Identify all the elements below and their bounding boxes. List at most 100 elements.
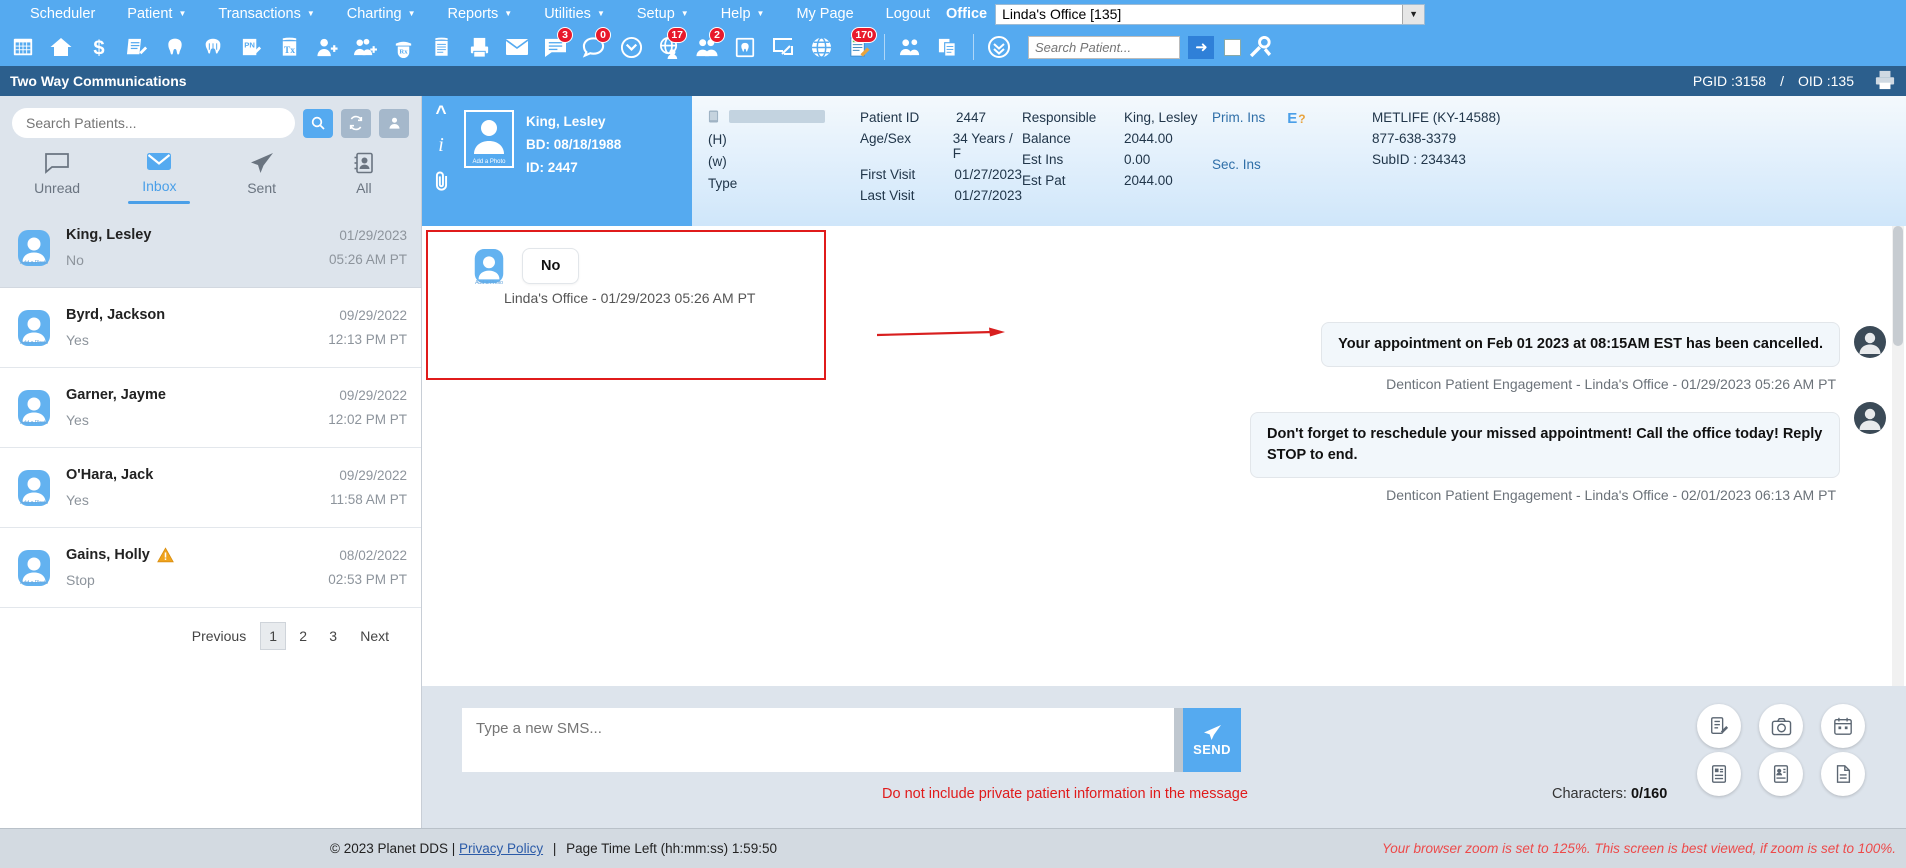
eligibility-icon[interactable]: E ? bbox=[1287, 110, 1305, 127]
pagination-previous[interactable]: Previous bbox=[180, 628, 258, 644]
chat-bubble-icon[interactable]: 0 bbox=[574, 27, 612, 66]
sec-ins-row[interactable]: Sec. Ins bbox=[1212, 157, 1372, 172]
tab-label: Inbox bbox=[142, 178, 177, 194]
menu-item-charting[interactable]: Charting ▼ bbox=[331, 0, 432, 28]
notes-edit-icon[interactable] bbox=[118, 28, 156, 66]
menu-item-scheduler[interactable]: Scheduler bbox=[14, 0, 111, 28]
form-edit-icon[interactable]: 170 bbox=[840, 27, 878, 66]
white-box-toggle[interactable] bbox=[1224, 38, 1242, 56]
printer-icon[interactable] bbox=[1874, 70, 1896, 93]
chevron-down-icon[interactable]: ▼ bbox=[1402, 4, 1425, 24]
conversation-list: Add a Photo King, Lesley No 01/29/2023 0… bbox=[0, 208, 421, 828]
sms-input[interactable] bbox=[462, 708, 1174, 772]
file-button[interactable] bbox=[1821, 752, 1865, 796]
perio-chart-icon[interactable] bbox=[194, 28, 232, 66]
menu-item-utilities[interactable]: Utilities ▼ bbox=[528, 0, 621, 28]
conversation-row-king[interactable]: Add a Photo King, Lesley No 01/29/2023 0… bbox=[0, 208, 421, 288]
tooth-icon[interactable] bbox=[156, 28, 194, 66]
scrollbar-thumb[interactable] bbox=[1893, 226, 1903, 346]
menu-label: Scheduler bbox=[30, 6, 96, 22]
ledger-icon[interactable] bbox=[422, 28, 460, 66]
avatar-caption: Add a Photo bbox=[19, 339, 49, 346]
copyright-text: © 2023 Planet DDS | bbox=[330, 841, 456, 856]
pagination-page-3[interactable]: 3 bbox=[320, 622, 347, 650]
printer-icon[interactable] bbox=[460, 28, 498, 66]
screen-export-icon[interactable] bbox=[764, 28, 802, 66]
info-icon[interactable]: i bbox=[438, 135, 444, 155]
home-icon[interactable] bbox=[42, 28, 80, 66]
progress-note-icon[interactable]: PN bbox=[232, 28, 270, 66]
conversation-name-text: Gains, Holly bbox=[66, 547, 150, 563]
patient-search-input[interactable] bbox=[1028, 35, 1180, 59]
group-users-icon[interactable] bbox=[891, 28, 929, 66]
conversation-timestamp: 01/29/2023 05:26 AM PT bbox=[329, 228, 407, 267]
tooth-box-icon[interactable] bbox=[726, 28, 764, 66]
search-button[interactable] bbox=[303, 108, 333, 138]
go-button[interactable]: ➜ bbox=[1188, 35, 1215, 59]
patient-photo[interactable]: Add a Photo bbox=[464, 110, 514, 168]
menu-item-reports[interactable]: Reports ▼ bbox=[432, 0, 529, 28]
pagination-next[interactable]: Next bbox=[348, 628, 401, 644]
sender-avatar-1 bbox=[1854, 326, 1886, 358]
people-icon[interactable]: 2 bbox=[688, 27, 726, 66]
note-template-button[interactable] bbox=[1697, 704, 1741, 748]
refresh-button[interactable] bbox=[341, 108, 371, 138]
tab-unread[interactable]: Unread bbox=[6, 146, 108, 208]
chevrons-down-icon[interactable] bbox=[980, 28, 1018, 66]
avatar-caption: Add a Photo bbox=[19, 579, 49, 586]
conversation-row-garner[interactable]: Add a Photo Garner, Jayme Yes 09/29/2022… bbox=[0, 368, 421, 448]
pagination-page-2[interactable]: 2 bbox=[290, 622, 317, 650]
textarea-resize-handle[interactable] bbox=[1174, 708, 1183, 772]
envelope-icon[interactable] bbox=[498, 28, 536, 66]
menu-item-patient[interactable]: Patient ▼ bbox=[111, 0, 202, 28]
pagination-page-1[interactable]: 1 bbox=[260, 622, 287, 650]
conversation-preview: Yes bbox=[66, 332, 89, 348]
camera-button[interactable] bbox=[1759, 704, 1803, 748]
multi-doc-icon[interactable] bbox=[929, 28, 967, 66]
sec-ins-label[interactable]: Sec. Ins bbox=[1212, 157, 1261, 172]
outgoing-message-1: Your appointment on Feb 01 2023 at 08:15… bbox=[1321, 322, 1840, 392]
office-select[interactable]: Linda's Office [135] ▼ bbox=[995, 3, 1426, 25]
menu-item-logout[interactable]: Logout bbox=[870, 0, 946, 28]
prim-ins-row[interactable]: Prim. Ins E ? bbox=[1212, 110, 1372, 127]
menu-item-my-page[interactable]: My Page bbox=[780, 0, 869, 28]
document-list-button[interactable] bbox=[1697, 752, 1741, 796]
conversation-scrollbar[interactable] bbox=[1892, 226, 1904, 686]
send-button[interactable]: SEND bbox=[1183, 708, 1241, 772]
privacy-policy-link[interactable]: Privacy Policy bbox=[459, 841, 543, 856]
attachment-icon[interactable] bbox=[432, 170, 451, 197]
chevron-up-icon[interactable]: ^ bbox=[435, 104, 446, 123]
tab-sent[interactable]: Sent bbox=[211, 146, 313, 208]
calendar-button[interactable] bbox=[1821, 704, 1865, 748]
svg-text:Tx: Tx bbox=[283, 45, 294, 56]
page-timer: Page Time Left (hh:mm:ss) 1:59:50 bbox=[566, 841, 777, 856]
prim-ins-label[interactable]: Prim. Ins bbox=[1212, 110, 1265, 127]
dollar-icon[interactable]: $ bbox=[80, 28, 118, 66]
add-group-icon[interactable] bbox=[346, 28, 384, 66]
tab-all[interactable]: All bbox=[313, 146, 415, 208]
tab-inbox[interactable]: Inbox bbox=[108, 146, 210, 208]
message-icon[interactable]: 3 bbox=[536, 27, 574, 66]
clock-icon[interactable] bbox=[612, 28, 650, 66]
form-person-button[interactable] bbox=[1759, 752, 1803, 796]
prescription-icon[interactable]: Rx bbox=[384, 28, 422, 66]
menu-item-setup[interactable]: Setup ▼ bbox=[621, 0, 705, 28]
send-paper-plane-icon bbox=[1203, 724, 1221, 740]
tools-icon[interactable] bbox=[1241, 28, 1279, 66]
menu-item-help[interactable]: Help ▼ bbox=[705, 0, 781, 28]
add-patient-icon[interactable] bbox=[308, 28, 346, 66]
globe-icon[interactable] bbox=[802, 28, 840, 66]
conversation-row-ohara[interactable]: Add a Photo O'Hara, Jack Yes 09/29/2022 … bbox=[0, 448, 421, 528]
menu-item-transactions[interactable]: Transactions ▼ bbox=[202, 0, 330, 28]
patient-agesex-row: Age/Sex 34 Years / F bbox=[860, 131, 1022, 161]
search-patients-input[interactable] bbox=[12, 108, 295, 138]
person-filter-button[interactable] bbox=[379, 108, 409, 138]
conversation-row-gains[interactable]: Add a Photo Gains, Holly Stop 08/02/2022… bbox=[0, 528, 421, 608]
conversation-row-byrd[interactable]: Add a Photo Byrd, Jackson Yes 09/29/2022… bbox=[0, 288, 421, 368]
treatment-plan-icon[interactable]: Tx bbox=[270, 28, 308, 66]
phone-icon bbox=[708, 110, 719, 126]
calendar-grid-icon[interactable] bbox=[4, 28, 42, 66]
menu-label: Reports bbox=[447, 6, 499, 22]
globe-person-icon[interactable]: 17 bbox=[650, 27, 688, 66]
lastvisit-label: Last Visit bbox=[860, 188, 915, 203]
